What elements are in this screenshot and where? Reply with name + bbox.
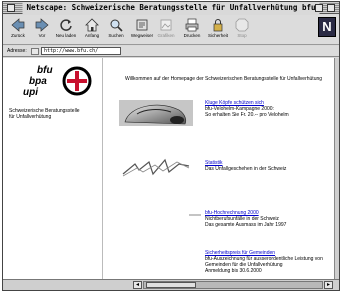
svg-text:upi: upi <box>23 87 38 98</box>
reload-button[interactable]: Neu laden <box>55 17 77 43</box>
title-bar[interactable]: Netscape: Schweizerische Beratungsstelle… <box>3 2 339 14</box>
statistics-scribble-image[interactable] <box>119 156 193 180</box>
news-item-helmet: Kluge Köpfe schützen sich bfu-Velohelm-K… <box>105 98 339 128</box>
window-title: Netscape: Schweizerische Beratungsstelle… <box>22 2 320 14</box>
scroll-left-arrow-icon[interactable]: ◂ <box>133 281 142 289</box>
forward-arrow-icon <box>35 18 49 32</box>
back-button[interactable]: Zurück <box>7 17 29 43</box>
security-button[interactable]: Sicherheit <box>207 17 229 43</box>
left-frame: bfu bpa upi Schweizerische Beratungsstel… <box>5 58 103 279</box>
news-item-projection: bfu-Hochrechnung 2000 Nichtberufsunfälle… <box>105 208 339 232</box>
home-icon <box>85 18 99 32</box>
page-content: bfu bpa upi Schweizerische Beratungsstel… <box>3 58 339 279</box>
news-item-statistics: Statistik Das Unfallgeschehen in der Sch… <box>105 154 339 184</box>
helmet-line-2: So erhalten Sie Fr. 20.-- pro Velohelm <box>205 112 289 118</box>
collapse-box[interactable] <box>327 4 335 12</box>
svg-text:bpa: bpa <box>29 76 47 87</box>
stop-label: Stop <box>237 33 247 38</box>
horizontal-scroll-track[interactable] <box>143 281 323 289</box>
guide-button[interactable]: Wegweiser <box>131 17 153 43</box>
vertical-scrollbar[interactable] <box>334 58 339 279</box>
statistics-line-1: Das Unfallgeschehen in der Schweiz <box>205 166 287 172</box>
news-text-projection: bfu-Hochrechnung 2000 Nichtberufsunfälle… <box>205 210 286 228</box>
zoom-box[interactable] <box>315 4 323 12</box>
images-button[interactable]: Grafiken <box>155 17 177 43</box>
security-lock-icon <box>213 19 223 32</box>
org-line-2: für Unfallverhütung <box>9 114 52 120</box>
netscape-logo: N <box>318 17 336 37</box>
organization-name: Schweizerische Beratungsstelle für Unfal… <box>9 108 101 120</box>
news-text-helmet: Kluge Köpfe schützen sich bfu-Velohelm-K… <box>205 100 289 118</box>
browser-window: Netscape: Schweizerische Beratungsstelle… <box>2 1 340 291</box>
projection-line-2: Das gesamte Ausmass im Jahr 1997 <box>205 222 287 228</box>
main-frame: Willkommen auf der Homepage der Schweize… <box>105 58 339 279</box>
news-text-statistics: Statistik Das Unfallgeschehen in der Sch… <box>205 160 286 172</box>
address-label: Adresse: <box>7 48 27 54</box>
home-button[interactable]: Anfang <box>81 17 103 43</box>
address-input[interactable]: http://www.bfu.ch/ <box>41 47 121 55</box>
scroll-right-arrow-icon[interactable]: ▸ <box>324 281 333 289</box>
images-icon <box>160 19 172 31</box>
close-box[interactable] <box>7 4 15 12</box>
stop-button[interactable]: Stop <box>231 17 253 43</box>
news-text-safety-prize: Sicherheitspreis für Gemeinden bfu-Ausze… <box>205 250 323 274</box>
welcome-text: Willkommen auf der Homepage der Schweize… <box>125 76 323 82</box>
search-button[interactable]: Suchen <box>105 17 127 43</box>
search-icon <box>110 19 123 32</box>
helmet-photo[interactable] <box>119 100 193 126</box>
forward-button[interactable]: Vor <box>31 17 53 43</box>
guide-icon <box>136 19 148 31</box>
horizontal-scrollbar-area: ◂ ▸ <box>3 279 339 290</box>
print-icon <box>185 18 199 32</box>
bullet-icon <box>189 214 201 216</box>
horizontal-scroll-thumb[interactable] <box>146 282 196 288</box>
print-button[interactable]: Drucken <box>181 17 203 43</box>
location-bar: Adresse: http://www.bfu.ch/ <box>3 46 339 57</box>
stop-icon <box>235 18 249 32</box>
bfu-logo[interactable]: bfu bpa upi <box>9 62 103 100</box>
svg-text:bfu: bfu <box>37 65 53 76</box>
prize-line-3: Anmeldung bis 30.6.2000 <box>205 268 262 274</box>
navigation-toolbar: Zurück Vor Neu laden Anfang Suchen Wegwe… <box>3 15 339 45</box>
back-arrow-icon <box>11 18 25 32</box>
news-item-safety-prize: Sicherheitspreis für Gemeinden bfu-Ausze… <box>105 250 339 278</box>
bookmark-icon[interactable] <box>31 48 39 55</box>
reload-icon <box>60 19 72 31</box>
